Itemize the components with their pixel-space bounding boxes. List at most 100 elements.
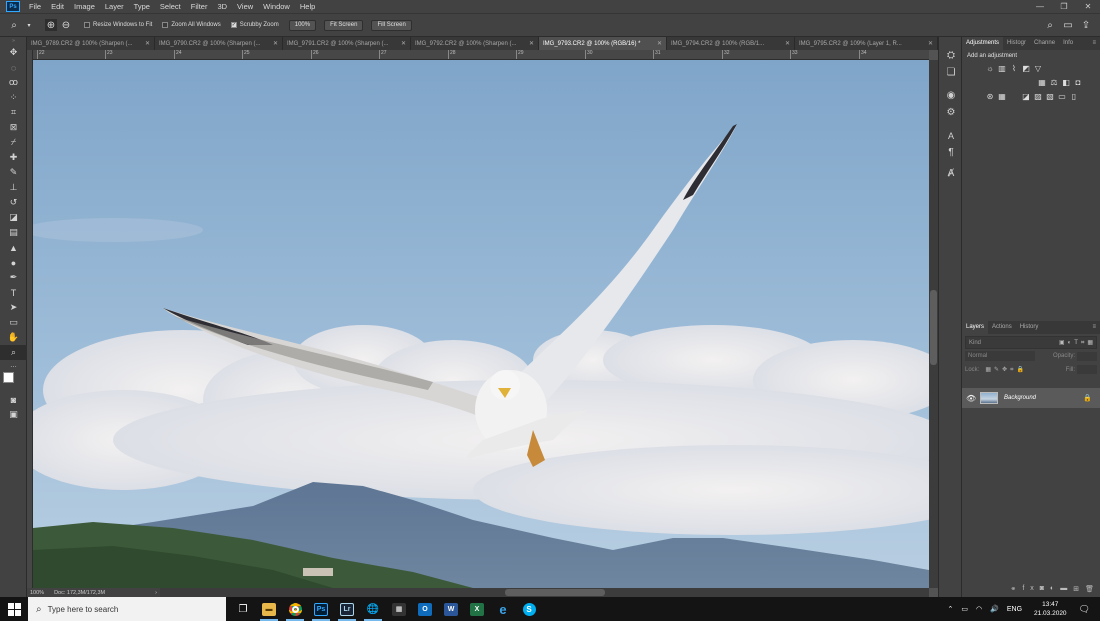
menu-layer[interactable]: Layer	[100, 0, 129, 13]
blur-tool-icon[interactable]: ▲	[0, 240, 27, 255]
outlook-icon[interactable]: O	[412, 597, 438, 621]
zoom-all-checkbox[interactable]: Zoom All Windows	[162, 22, 221, 28]
paragraph-icon[interactable]: ¶	[939, 144, 963, 161]
tab-img-9789[interactable]: IMG_9789.CR2 @ 100% (Sharpen (... ✕	[27, 37, 155, 50]
dodge-tool-icon[interactable]: ●	[0, 255, 27, 270]
layer-name[interactable]: Background	[1004, 395, 1036, 401]
panel-menu-icon[interactable]: ≡	[1088, 37, 1100, 50]
clock[interactable]: 13:47 21.03.2020	[1034, 600, 1067, 618]
color-balance-icon[interactable]: ⚖	[1048, 76, 1060, 88]
trash-icon[interactable]: 🗑	[1085, 585, 1100, 593]
curves-icon[interactable]: ⌇	[1008, 62, 1020, 74]
chevron-down-icon[interactable]: ▾	[23, 19, 35, 31]
tab-img-9792[interactable]: IMG_9792.CR2 @ 100% (Sharpen (... ✕	[411, 37, 539, 50]
swatches-icon[interactable]: ⚙	[939, 104, 963, 121]
visibility-eye-icon[interactable]: 👁	[966, 394, 976, 403]
edge-icon[interactable]: e	[490, 597, 516, 621]
notifications-icon[interactable]: 🗨	[1079, 604, 1090, 615]
menu-select[interactable]: Select	[155, 0, 186, 13]
close-icon[interactable]: ✕	[1076, 2, 1100, 11]
foreground-color-swatch[interactable]	[3, 372, 14, 383]
skype-icon[interactable]: S	[516, 597, 542, 621]
learn-icon[interactable]: ⛭	[939, 47, 963, 64]
layer-row-background[interactable]: 👁 Background 🔒	[962, 388, 1100, 408]
layer-filter-icons[interactable]: ▣◐T⌗▦	[1059, 339, 1096, 347]
character-icon[interactable]: A	[939, 127, 963, 144]
color-swatches[interactable]	[0, 370, 27, 392]
tab-actions[interactable]: Actions	[988, 321, 1016, 334]
start-button[interactable]	[0, 597, 28, 621]
language-indicator[interactable]: ENG	[1007, 606, 1022, 613]
zoom-tool-preset-icon[interactable]: ⌕	[8, 19, 20, 31]
task-view-icon[interactable]: ❐	[230, 597, 256, 621]
screen-mode-icon[interactable]: ▣	[0, 407, 27, 422]
app-globe-icon[interactable]: 🌐	[360, 597, 386, 621]
resize-windows-checkbox[interactable]: Resize Windows to Fit	[84, 22, 152, 28]
lock-icon[interactable]: 🔒	[1083, 394, 1092, 402]
adjustment-layer-icon[interactable]: ◐	[1050, 585, 1060, 593]
new-layer-icon[interactable]: ⊞	[1073, 585, 1085, 593]
shape-tool-icon[interactable]: ▭	[0, 315, 27, 330]
hand-tool-icon[interactable]: ✋	[0, 330, 27, 345]
tab-histogram[interactable]: Histogr	[1003, 37, 1030, 50]
scroll-thumb[interactable]	[930, 290, 937, 365]
workspace-icon[interactable]: ▭	[1062, 19, 1074, 31]
navigator-icon[interactable]: ◉	[939, 87, 963, 104]
menu-image[interactable]: Image	[69, 0, 100, 13]
quick-mask-icon[interactable]: ◙	[0, 392, 27, 407]
document-canvas[interactable]	[33, 60, 929, 588]
crop-tool-icon[interactable]: ⌗	[0, 105, 27, 120]
lock-icons[interactable]: ▦✎✥⌗🔒	[985, 366, 1027, 374]
gradient-map-icon[interactable]: ▭	[1056, 90, 1068, 102]
tab-img-9790[interactable]: IMG_9790.CR2 @ 100% (Sharpen (... ✕	[155, 37, 283, 50]
tab-img-9795[interactable]: IMG_9795.CR2 @ 109% (Layer 1, R... ✕	[795, 37, 938, 50]
panel-collapse-icon[interactable]: »	[0, 37, 27, 45]
quick-select-tool-icon[interactable]: ⁘	[0, 90, 27, 105]
zoom-100-button[interactable]: 100%	[288, 19, 317, 31]
brightness-icon[interactable]: ☼	[984, 62, 996, 74]
panel-menu-icon[interactable]: ≡	[1088, 321, 1100, 334]
tray-chevron-icon[interactable]: ⌃	[948, 605, 954, 613]
menu-view[interactable]: View	[232, 0, 258, 13]
tab-channels[interactable]: Channe	[1030, 37, 1059, 50]
fit-screen-button[interactable]: Fit Screen	[324, 19, 364, 31]
black-white-icon[interactable]: ◧	[1060, 76, 1072, 88]
path-select-tool-icon[interactable]: ➤	[0, 300, 27, 315]
threshold-icon[interactable]: ▧	[1044, 90, 1056, 102]
close-icon[interactable]: ✕	[529, 40, 534, 47]
more-tools-icon[interactable]: …	[0, 360, 27, 370]
close-icon[interactable]: ✕	[785, 40, 790, 47]
brush-tool-icon[interactable]: ✎	[0, 165, 27, 180]
color-lookup-icon[interactable]: ▦	[996, 90, 1008, 102]
lightroom-icon[interactable]: Lr	[334, 597, 360, 621]
tab-img-9794[interactable]: IMG_9794.CR2 @ 100% (RGB/1... ✕	[667, 37, 795, 50]
vertical-scrollbar[interactable]	[929, 60, 938, 588]
mask-icon[interactable]: ◙	[1040, 585, 1050, 593]
zoom-in-icon[interactable]: ⊕	[45, 19, 57, 31]
hue-saturation-icon[interactable]: ▦	[1036, 76, 1048, 88]
group-icon[interactable]: ▬	[1060, 585, 1073, 593]
tab-layers[interactable]: Layers	[962, 321, 989, 334]
word-icon[interactable]: W	[438, 597, 464, 621]
scroll-thumb[interactable]	[505, 589, 605, 596]
tab-adjustments[interactable]: Adjustments	[962, 37, 1004, 50]
close-icon[interactable]: ✕	[145, 40, 150, 47]
zoom-tool-icon[interactable]: ⌕	[0, 345, 27, 360]
minimize-icon[interactable]: —	[1028, 2, 1052, 11]
volume-icon[interactable]: 🔊	[990, 605, 999, 613]
type-tool-icon[interactable]: T	[0, 285, 27, 300]
libraries-icon[interactable]: ❏	[939, 64, 963, 81]
close-icon[interactable]: ✕	[401, 40, 406, 47]
tab-img-9793[interactable]: IMG_9793.CR2 @ 100% (RGB/16) * ✕	[539, 37, 667, 50]
close-icon[interactable]: ✕	[657, 40, 662, 47]
eraser-tool-icon[interactable]: ◪	[0, 210, 27, 225]
kind-filter-select[interactable]: Kind	[969, 340, 981, 346]
menu-3d[interactable]: 3D	[212, 0, 232, 13]
fx-icon[interactable]: fx	[1022, 585, 1039, 593]
history-brush-tool-icon[interactable]: ↺	[0, 195, 27, 210]
blend-mode-select[interactable]: Normal	[965, 351, 1035, 361]
wifi-icon[interactable]: ◠	[976, 605, 982, 613]
marquee-tool-icon[interactable]: ◌	[0, 60, 27, 75]
menu-window[interactable]: Window	[258, 0, 295, 13]
zoom-out-icon[interactable]: ⊖	[60, 19, 72, 31]
